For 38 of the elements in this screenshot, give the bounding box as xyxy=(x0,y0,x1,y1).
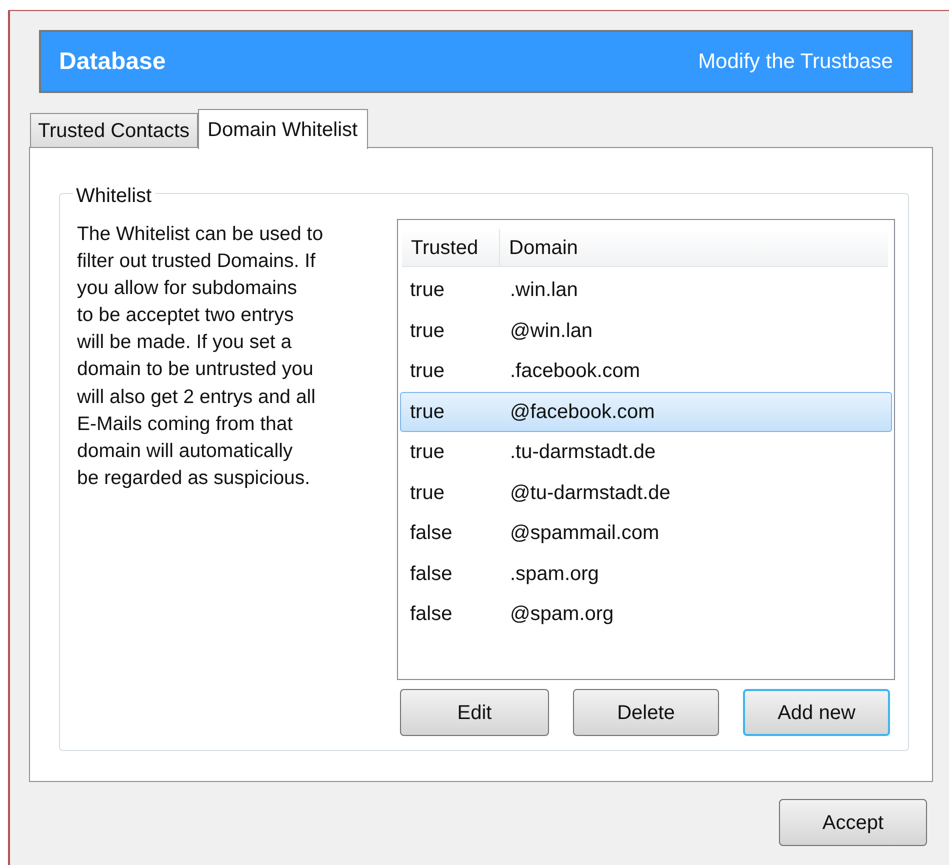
table-cell-text: @facebook.com xyxy=(509,400,655,425)
table-row[interactable]: true @tu-darmstadt.de xyxy=(400,472,892,513)
table-cell-text: false xyxy=(409,602,454,628)
table-cell-text: .win.lan xyxy=(509,278,578,304)
table-row[interactable]: false .spam.org xyxy=(400,554,892,594)
table-cell-text: true xyxy=(409,480,446,506)
table-cell-text: true xyxy=(409,400,446,425)
button[interactable]: Edit xyxy=(400,689,549,736)
table-row[interactable]: true .win.lan xyxy=(400,270,892,310)
header-title: Database xyxy=(59,46,166,76)
button[interactable]: Delete xyxy=(573,689,719,736)
table-cell-text: @tu-darmstadt.de xyxy=(509,480,670,506)
table-cell-text: true xyxy=(409,318,446,344)
table-cell-text: .tu-darmstadt.de xyxy=(509,440,656,466)
table-row[interactable]: true .tu-darmstadt.de xyxy=(400,432,892,472)
table-cell-text: .facebook.com xyxy=(509,359,640,384)
table-cell-text: false xyxy=(409,521,454,546)
table-row[interactable]: true @facebook.com xyxy=(400,392,892,432)
tab[interactable]: Trusted Contacts xyxy=(30,113,198,148)
button[interactable]: Accept xyxy=(779,799,927,846)
tab[interactable]: Domain Whitelist xyxy=(198,109,368,149)
column-header[interactable]: Domain xyxy=(500,229,880,267)
table-cell-text: true xyxy=(409,359,446,384)
header-subtitle: Modify the Trustbase xyxy=(698,48,893,75)
button[interactable]: Add new xyxy=(743,689,890,736)
table-cell-text: .spam.org xyxy=(509,562,599,587)
table-cell-text: @win.lan xyxy=(509,318,593,344)
table-row[interactable]: false @spam.org xyxy=(400,594,892,634)
description: The Whitelist can be used to filter out trusted Domains. If you allow for subdomains to be acceptet two entrys will be made. If you set a domain to be untrusted you will also get 2 entrys and all E-Mails coming from that domain will automatically be regarded as suspicious. xyxy=(77,222,324,491)
table-row[interactable]: true @win.lan xyxy=(400,310,892,351)
table-row[interactable]: false @spammail.com xyxy=(400,513,892,554)
table-row[interactable]: true .facebook.com xyxy=(400,351,892,392)
table-cell-text: @spam.org xyxy=(509,602,614,628)
table-cell-text: true xyxy=(409,440,446,466)
table-cell-text: false xyxy=(409,562,454,587)
table-cell-text: true xyxy=(409,278,446,304)
column-header[interactable]: Trusted xyxy=(402,229,500,267)
table-cell-text: @spammail.com xyxy=(509,521,660,546)
